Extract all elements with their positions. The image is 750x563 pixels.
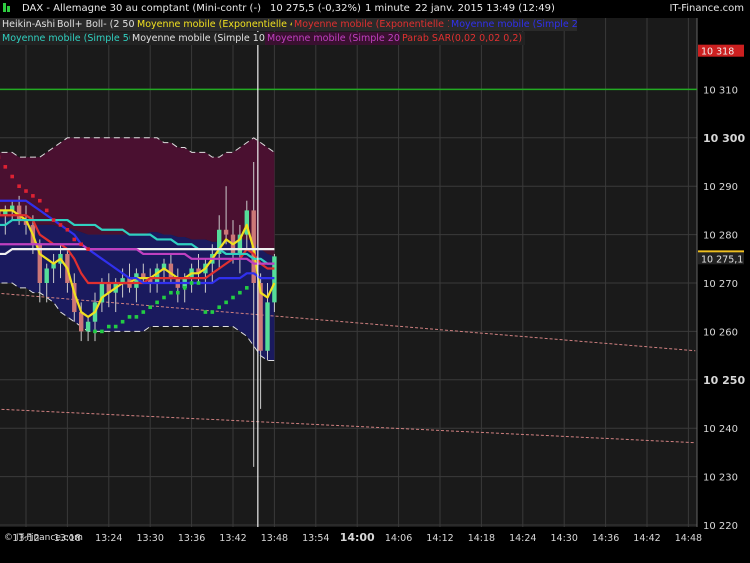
psar-dot (58, 223, 63, 227)
psar-dot (79, 242, 83, 247)
x-tick-label: 14:00 (340, 531, 375, 544)
indicator-label[interactable]: Boll+ Boll- (2 50) (55, 18, 135, 31)
x-tick-label: 13:24 (95, 533, 122, 544)
psar-dot (231, 295, 235, 300)
instrument-title: DAX - Allemagne 30 au comptant (Mini-con… (22, 3, 261, 14)
psar-dot (134, 315, 139, 319)
datetime: 22 janv. 2015 13:49 (12:49) (415, 3, 555, 14)
indicator-label[interactable]: Parab SAR(0,02 0,02 0,2) (400, 32, 525, 45)
price-change: 10 275,5 (-0,32%) (270, 3, 361, 14)
psar-dot (210, 310, 215, 314)
psar-dot (162, 295, 166, 300)
psar-dot (38, 198, 42, 203)
x-tick-label: 14:36 (592, 533, 619, 544)
price-chart[interactable]: 10 220 10 230 10 240 10 250 10 260 10 270 10 2… (0, 18, 750, 563)
copyright: © IT-Finance.com (4, 533, 83, 543)
x-tick-label: 13:54 (302, 533, 329, 544)
x-tick-label: 13:36 (178, 533, 205, 544)
x-tick-label: 14:12 (426, 533, 453, 544)
interval: 1 minute (365, 3, 410, 14)
psar-dot (245, 286, 249, 290)
x-tick-label: 14:24 (509, 533, 536, 544)
indicator-label[interactable]: Heikin-Ashi (0, 18, 55, 31)
y-tick-label: 10 300 (703, 132, 745, 145)
x-tick-label: 14:18 (468, 533, 495, 544)
candle-body (85, 321, 91, 332)
psar-dot (155, 300, 159, 305)
psar-dot (72, 237, 77, 242)
psar-dot (182, 286, 187, 290)
candle-body (265, 302, 270, 351)
x-tick-label: 13:42 (219, 533, 246, 544)
psar-dot (189, 281, 194, 285)
psar-dot (120, 319, 125, 324)
indicator-label[interactable]: Moyenne mobile (Simple 50) (0, 32, 130, 45)
psar-dot (3, 165, 8, 169)
instrument-icon (3, 0, 11, 18)
y-tick-label: 10 230 (703, 473, 738, 484)
y-tick-label: 10 270 (703, 279, 738, 290)
y-tick-label: 10 220 (703, 521, 738, 532)
psar-dot (107, 324, 111, 329)
x-tick-label: 14:42 (633, 533, 660, 544)
psar-dot (44, 208, 49, 213)
psar-dot (51, 218, 56, 222)
psar-dot (148, 305, 152, 309)
x-tick-label: 14:06 (385, 533, 412, 544)
y-tick-label: 10 260 (703, 327, 738, 338)
y-tick-label: 10 280 (703, 231, 738, 242)
psar-dot (196, 281, 201, 285)
y-tick-label: 10 290 (703, 182, 738, 193)
psar-dot (17, 184, 21, 188)
psar-dot (203, 310, 208, 314)
price-label: 10 318 (701, 47, 734, 58)
y-tick-label: 10 310 (703, 85, 738, 96)
indicator-label[interactable]: Moyenne mobile (Exponentielle 12) (292, 18, 449, 31)
psar-dot (31, 194, 35, 198)
candle-body (44, 268, 49, 283)
candle-body (223, 229, 229, 235)
price-label: 10 275,1 (701, 254, 743, 265)
psar-dot (176, 290, 180, 295)
psar-dot (224, 300, 228, 305)
psar-dot (217, 305, 221, 309)
psar-dot (93, 329, 97, 334)
y-tick-label: 10 240 (703, 424, 738, 435)
psar-dot (169, 290, 173, 295)
psar-dot (86, 247, 90, 251)
psar-dot (113, 324, 118, 329)
x-tick-label: 13:48 (261, 533, 288, 544)
psar-dot (24, 189, 28, 193)
indicator-label[interactable]: Moyenne mobile (Simple 26) (449, 18, 577, 31)
psar-dot (10, 174, 14, 179)
indicator-label[interactable]: Moyenne mobile (Exponentielle 4) (135, 18, 292, 31)
psar-dot (238, 290, 242, 295)
psar-dot (65, 227, 70, 232)
brand-label: IT-Finance.com (669, 3, 744, 14)
indicator-label[interactable]: Moyenne mobile (Simple 200) (265, 32, 400, 45)
psar-dot (141, 310, 146, 314)
x-tick-label: 13:30 (137, 533, 164, 544)
x-tick-label: 14:30 (551, 533, 578, 544)
candle-body (79, 312, 84, 332)
indicator-label[interactable]: Moyenne mobile (Simple 100) (130, 32, 265, 45)
x-tick-label: 14:48 (675, 533, 702, 544)
header-bar: DAX - Allemagne 30 au comptant (Mini-con… (0, 0, 750, 18)
psar-dot (100, 329, 104, 334)
y-tick-label: 10 250 (703, 374, 745, 387)
psar-dot (127, 315, 132, 319)
